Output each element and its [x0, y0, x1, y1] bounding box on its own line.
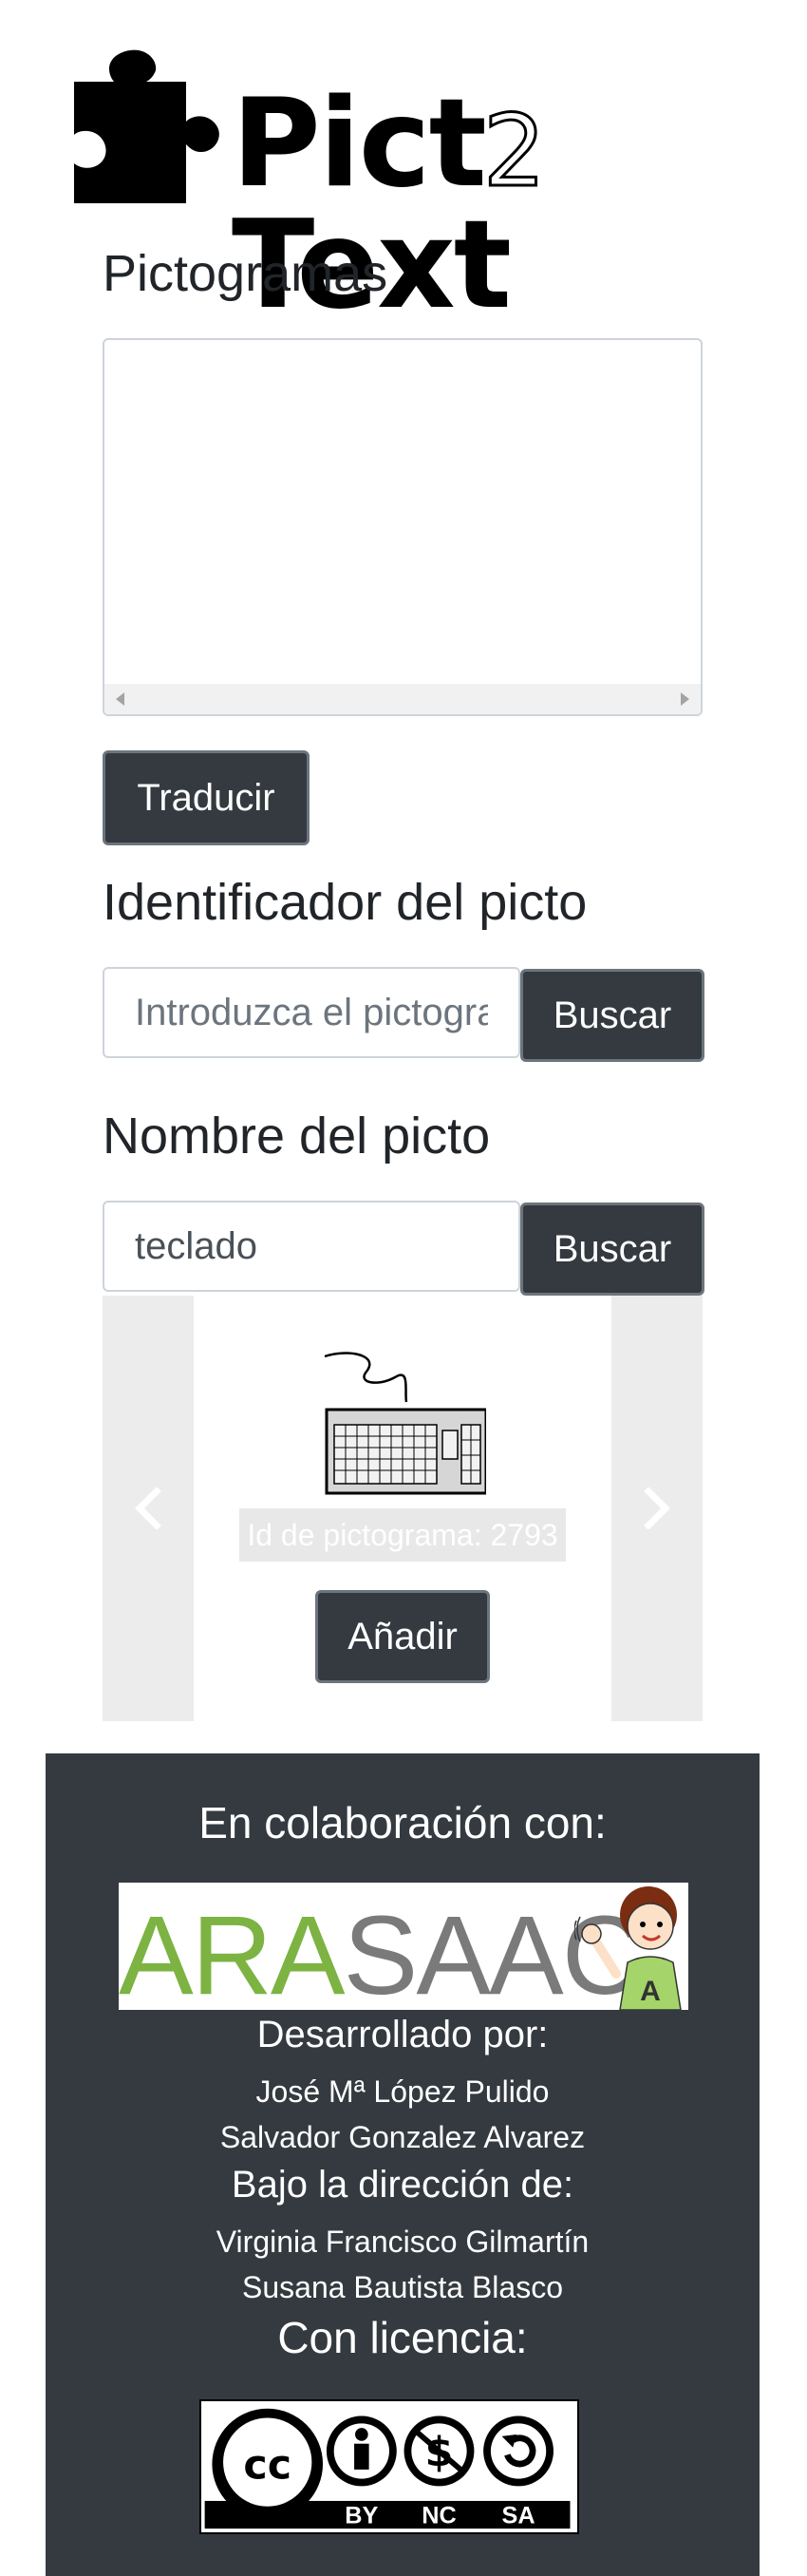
- footer: En colaboración con: ARASAAC A Desarroll…: [46, 1753, 760, 2576]
- arasaac-logo[interactable]: ARASAAC A: [119, 1883, 688, 2010]
- developed-heading: Desarrollado por:: [256, 2014, 549, 2055]
- logo-word-pict: Pict: [232, 73, 487, 215]
- license-heading: Con licencia:: [277, 2313, 528, 2362]
- arasaac-logo-text: ARASAAC: [119, 1893, 643, 2010]
- translate-button[interactable]: Traducir: [103, 750, 310, 845]
- pictogram-id-input[interactable]: [103, 967, 520, 1058]
- chevron-right-icon: [644, 1487, 670, 1529]
- name-search-heading: Nombre del picto: [103, 1108, 491, 1165]
- license-label-sa: SA: [502, 2502, 535, 2529]
- director-name: Susana Bautista Blasco: [242, 2270, 563, 2304]
- pictogram-carousel: Id de pictograma: 2793 Añadir: [103, 1296, 703, 1721]
- collab-heading: En colaboración con:: [198, 1798, 607, 1847]
- puzzle-piece-icon: [74, 49, 219, 204]
- developer-name: Salvador Gonzalez Alvarez: [219, 2120, 586, 2154]
- id-search-heading: Identificador del picto: [103, 874, 588, 931]
- pictogram-id-caption: Id de pictograma: 2793: [239, 1508, 566, 1562]
- add-pictogram-button[interactable]: Añadir: [315, 1590, 490, 1683]
- pictogram-sequence-area[interactable]: [103, 338, 703, 716]
- license-label-by: BY: [345, 2502, 378, 2529]
- horizontal-scrollbar[interactable]: [104, 684, 701, 714]
- keyboard-pictogram[interactable]: [319, 1349, 486, 1501]
- id-search-button[interactable]: Buscar: [520, 969, 704, 1062]
- cc-logo-text: cc: [243, 2442, 291, 2490]
- scroll-right-arrow-icon[interactable]: [681, 692, 689, 706]
- license-label-nc: NC: [422, 2502, 456, 2529]
- scroll-left-arrow-icon[interactable]: [116, 692, 124, 706]
- mascot-shirt-letter: A: [640, 1976, 661, 2007]
- chevron-left-icon: [135, 1487, 161, 1529]
- pictogramas-heading: Pictogramas: [103, 245, 388, 302]
- developer-name: José Mª López Pulido: [255, 2074, 550, 2109]
- direction-heading: Bajo la dirección de:: [231, 2164, 574, 2206]
- director-name: Virginia Francisco Gilmartín: [216, 2225, 590, 2259]
- cc-license-badge[interactable]: cc $ BY NC SA: [199, 2399, 579, 2534]
- carousel-next-button[interactable]: [611, 1296, 703, 1721]
- carousel-prev-button[interactable]: [103, 1296, 194, 1721]
- arasaac-mascot-icon: A: [574, 1886, 682, 2010]
- pictogram-name-input[interactable]: [103, 1201, 520, 1292]
- app-logo: Pict2Text: [70, 46, 735, 327]
- cc-by-nc-sa-icon: cc $ BY NC SA: [204, 2401, 571, 2529]
- name-search-button[interactable]: Buscar: [520, 1203, 704, 1296]
- logo-word-two: 2: [481, 93, 547, 209]
